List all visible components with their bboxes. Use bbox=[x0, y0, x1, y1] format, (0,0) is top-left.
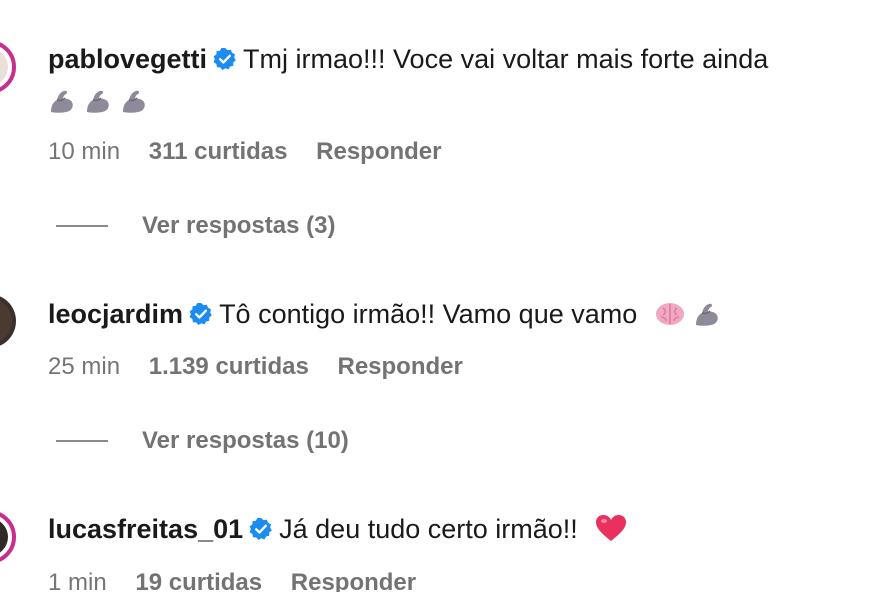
comment-meta: 10 min 311 curtidas Responder bbox=[48, 137, 464, 167]
comment-text: Já deu tudo certo irmão!! bbox=[279, 514, 578, 544]
username[interactable]: pablovegetti bbox=[48, 44, 207, 74]
comment-time: 10 min bbox=[48, 138, 121, 165]
comment-meta: 1 min 19 curtidas Responder bbox=[48, 568, 438, 592]
likes-count[interactable]: 19 curtidas bbox=[135, 569, 262, 592]
view-replies-label: Ver respostas (10) bbox=[142, 427, 349, 454]
flexed-biceps-icon bbox=[693, 301, 721, 335]
flexed-biceps-icon bbox=[48, 88, 76, 120]
comment-time: 1 min bbox=[48, 569, 107, 592]
comment-meta: 25 min 1.139 curtidas Responder bbox=[48, 352, 485, 382]
view-replies-button[interactable]: Ver respostas (10) bbox=[56, 427, 349, 457]
avatar[interactable] bbox=[0, 510, 16, 564]
brain-icon bbox=[655, 301, 685, 335]
comments-list: pablovegetti Tmj irmao!!! Voce vai voltar… bbox=[0, 0, 880, 592]
avatar[interactable] bbox=[0, 40, 16, 94]
likes-count[interactable]: 311 curtidas bbox=[149, 138, 288, 165]
reply-button[interactable]: Responder bbox=[316, 138, 441, 165]
verified-badge-icon bbox=[213, 48, 236, 70]
username[interactable]: lucasfreitas_01 bbox=[48, 514, 243, 544]
avatar[interactable] bbox=[0, 294, 16, 348]
replies-divider bbox=[56, 440, 108, 442]
flexed-biceps-icon bbox=[84, 88, 112, 120]
red-heart-icon bbox=[595, 514, 627, 550]
comment-text: Tmj irmao!!! Voce vai voltar mais forte … bbox=[243, 44, 769, 74]
reply-button[interactable]: Responder bbox=[337, 353, 462, 380]
view-replies-button[interactable]: Ver respostas (3) bbox=[56, 212, 335, 242]
likes-count[interactable]: 1.139 curtidas bbox=[149, 353, 309, 380]
comment-text: Tô contigo irmão!! Vamo que vamo bbox=[219, 299, 638, 329]
username[interactable]: leocjardim bbox=[48, 299, 183, 329]
verified-badge-icon bbox=[249, 518, 272, 540]
emoji-row bbox=[48, 86, 156, 120]
comment-time: 25 min bbox=[48, 353, 121, 380]
replies-divider bbox=[56, 225, 108, 227]
verified-badge-icon bbox=[189, 303, 212, 325]
flexed-biceps-icon bbox=[120, 88, 148, 120]
view-replies-label: Ver respostas (3) bbox=[142, 212, 336, 239]
reply-button[interactable]: Responder bbox=[291, 569, 416, 592]
